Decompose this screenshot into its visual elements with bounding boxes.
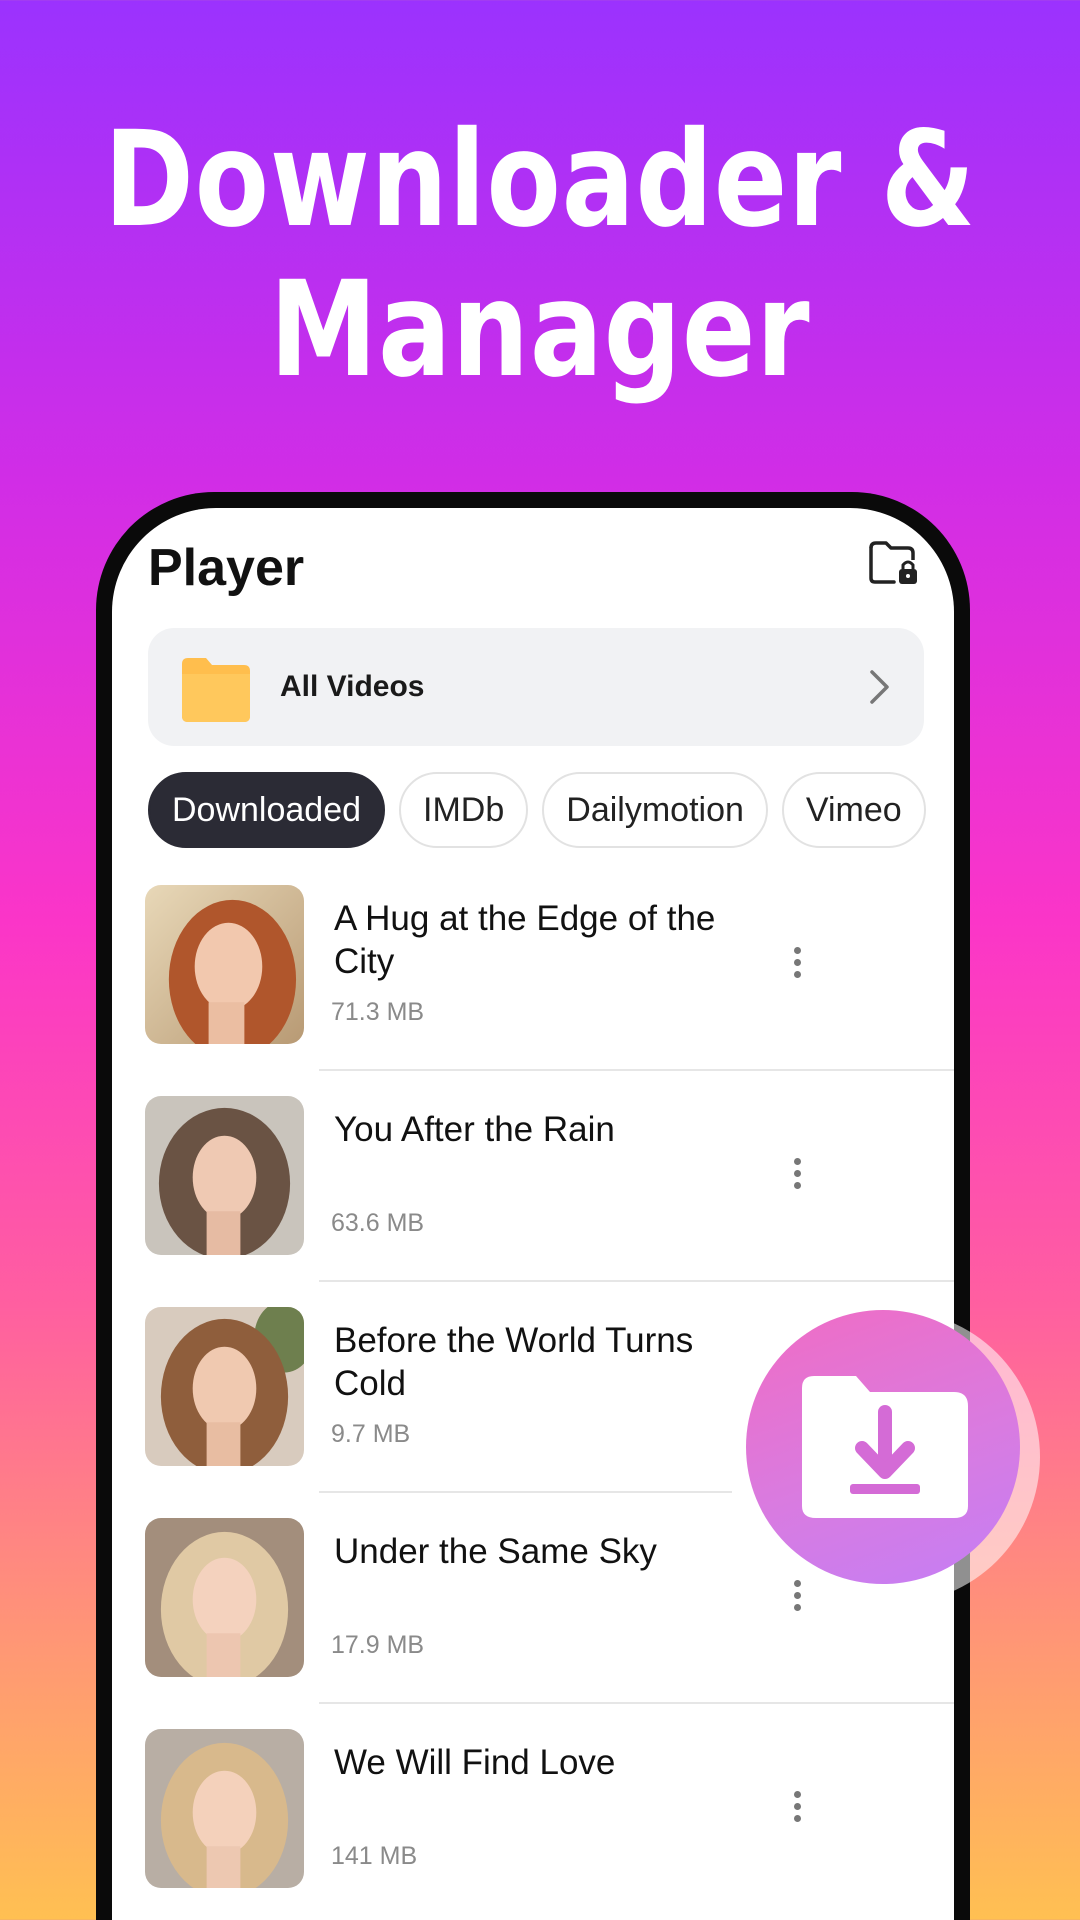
video-thumbnail xyxy=(145,1729,304,1888)
divider xyxy=(319,1491,732,1493)
tab-dailymotion[interactable]: Dailymotion xyxy=(542,772,768,848)
tab-imdb[interactable]: IMDb xyxy=(399,772,529,848)
video-size: 9.7 MB xyxy=(331,1420,411,1448)
video-thumbnail xyxy=(145,1518,304,1677)
tab-vimeo[interactable]: Vimeo xyxy=(781,772,926,848)
more-options-icon[interactable] xyxy=(785,1787,809,1831)
video-size: 63.6 MB xyxy=(331,1209,425,1237)
video-thumbnail xyxy=(145,1096,304,1255)
video-thumbnail xyxy=(145,885,304,1044)
headline: Downloader & Manager xyxy=(97,105,983,405)
headline-line-2: Manager xyxy=(269,253,811,407)
list-item[interactable]: You After the Rain 63.6 MB xyxy=(112,1096,954,1307)
headline-line-1: Downloader & xyxy=(104,103,976,257)
divider xyxy=(319,1702,954,1704)
all-videos-label: All Videos xyxy=(280,670,425,703)
more-options-icon[interactable] xyxy=(785,1576,809,1620)
video-thumbnail xyxy=(145,1307,304,1466)
folder-lock-icon[interactable] xyxy=(866,536,920,590)
video-title: You After the Rain xyxy=(334,1110,615,1149)
divider xyxy=(319,1069,954,1071)
page-title: Player xyxy=(148,539,305,597)
more-options-icon[interactable] xyxy=(785,943,809,987)
chevron-right-icon xyxy=(870,670,889,704)
video-size: 71.3 MB xyxy=(331,998,425,1026)
divider xyxy=(319,1280,954,1282)
tab-downloaded[interactable]: Downloaded xyxy=(148,772,386,848)
phone-frame: Player All Videos Downloaded IMDb Dailymot… xyxy=(96,492,970,1920)
more-options-icon[interactable] xyxy=(785,1154,809,1198)
video-title: Before the World Turns Cold xyxy=(334,1321,694,1403)
video-size: 141 MB xyxy=(331,1842,418,1870)
source-tabs: Downloaded IMDb Dailymotion Vimeo xyxy=(148,772,940,848)
video-title: Under the Same Sky xyxy=(334,1532,657,1571)
video-title: A Hug at the Edge of the City xyxy=(334,899,716,981)
all-videos-row[interactable]: All Videos xyxy=(148,628,924,746)
video-title: We Will Find Love xyxy=(334,1743,616,1782)
folder-icon xyxy=(182,658,250,722)
list-item[interactable]: A Hug at the Edge of the City 71.3 MB xyxy=(112,885,954,1096)
app-screen: Player All Videos Downloaded IMDb Dailymot… xyxy=(112,508,954,1920)
download-folder-icon xyxy=(802,1376,968,1518)
download-button[interactable] xyxy=(746,1310,1020,1584)
list-item[interactable]: We Will Find Love 141 MB xyxy=(112,1729,954,1920)
video-size: 17.9 MB xyxy=(331,1631,425,1659)
